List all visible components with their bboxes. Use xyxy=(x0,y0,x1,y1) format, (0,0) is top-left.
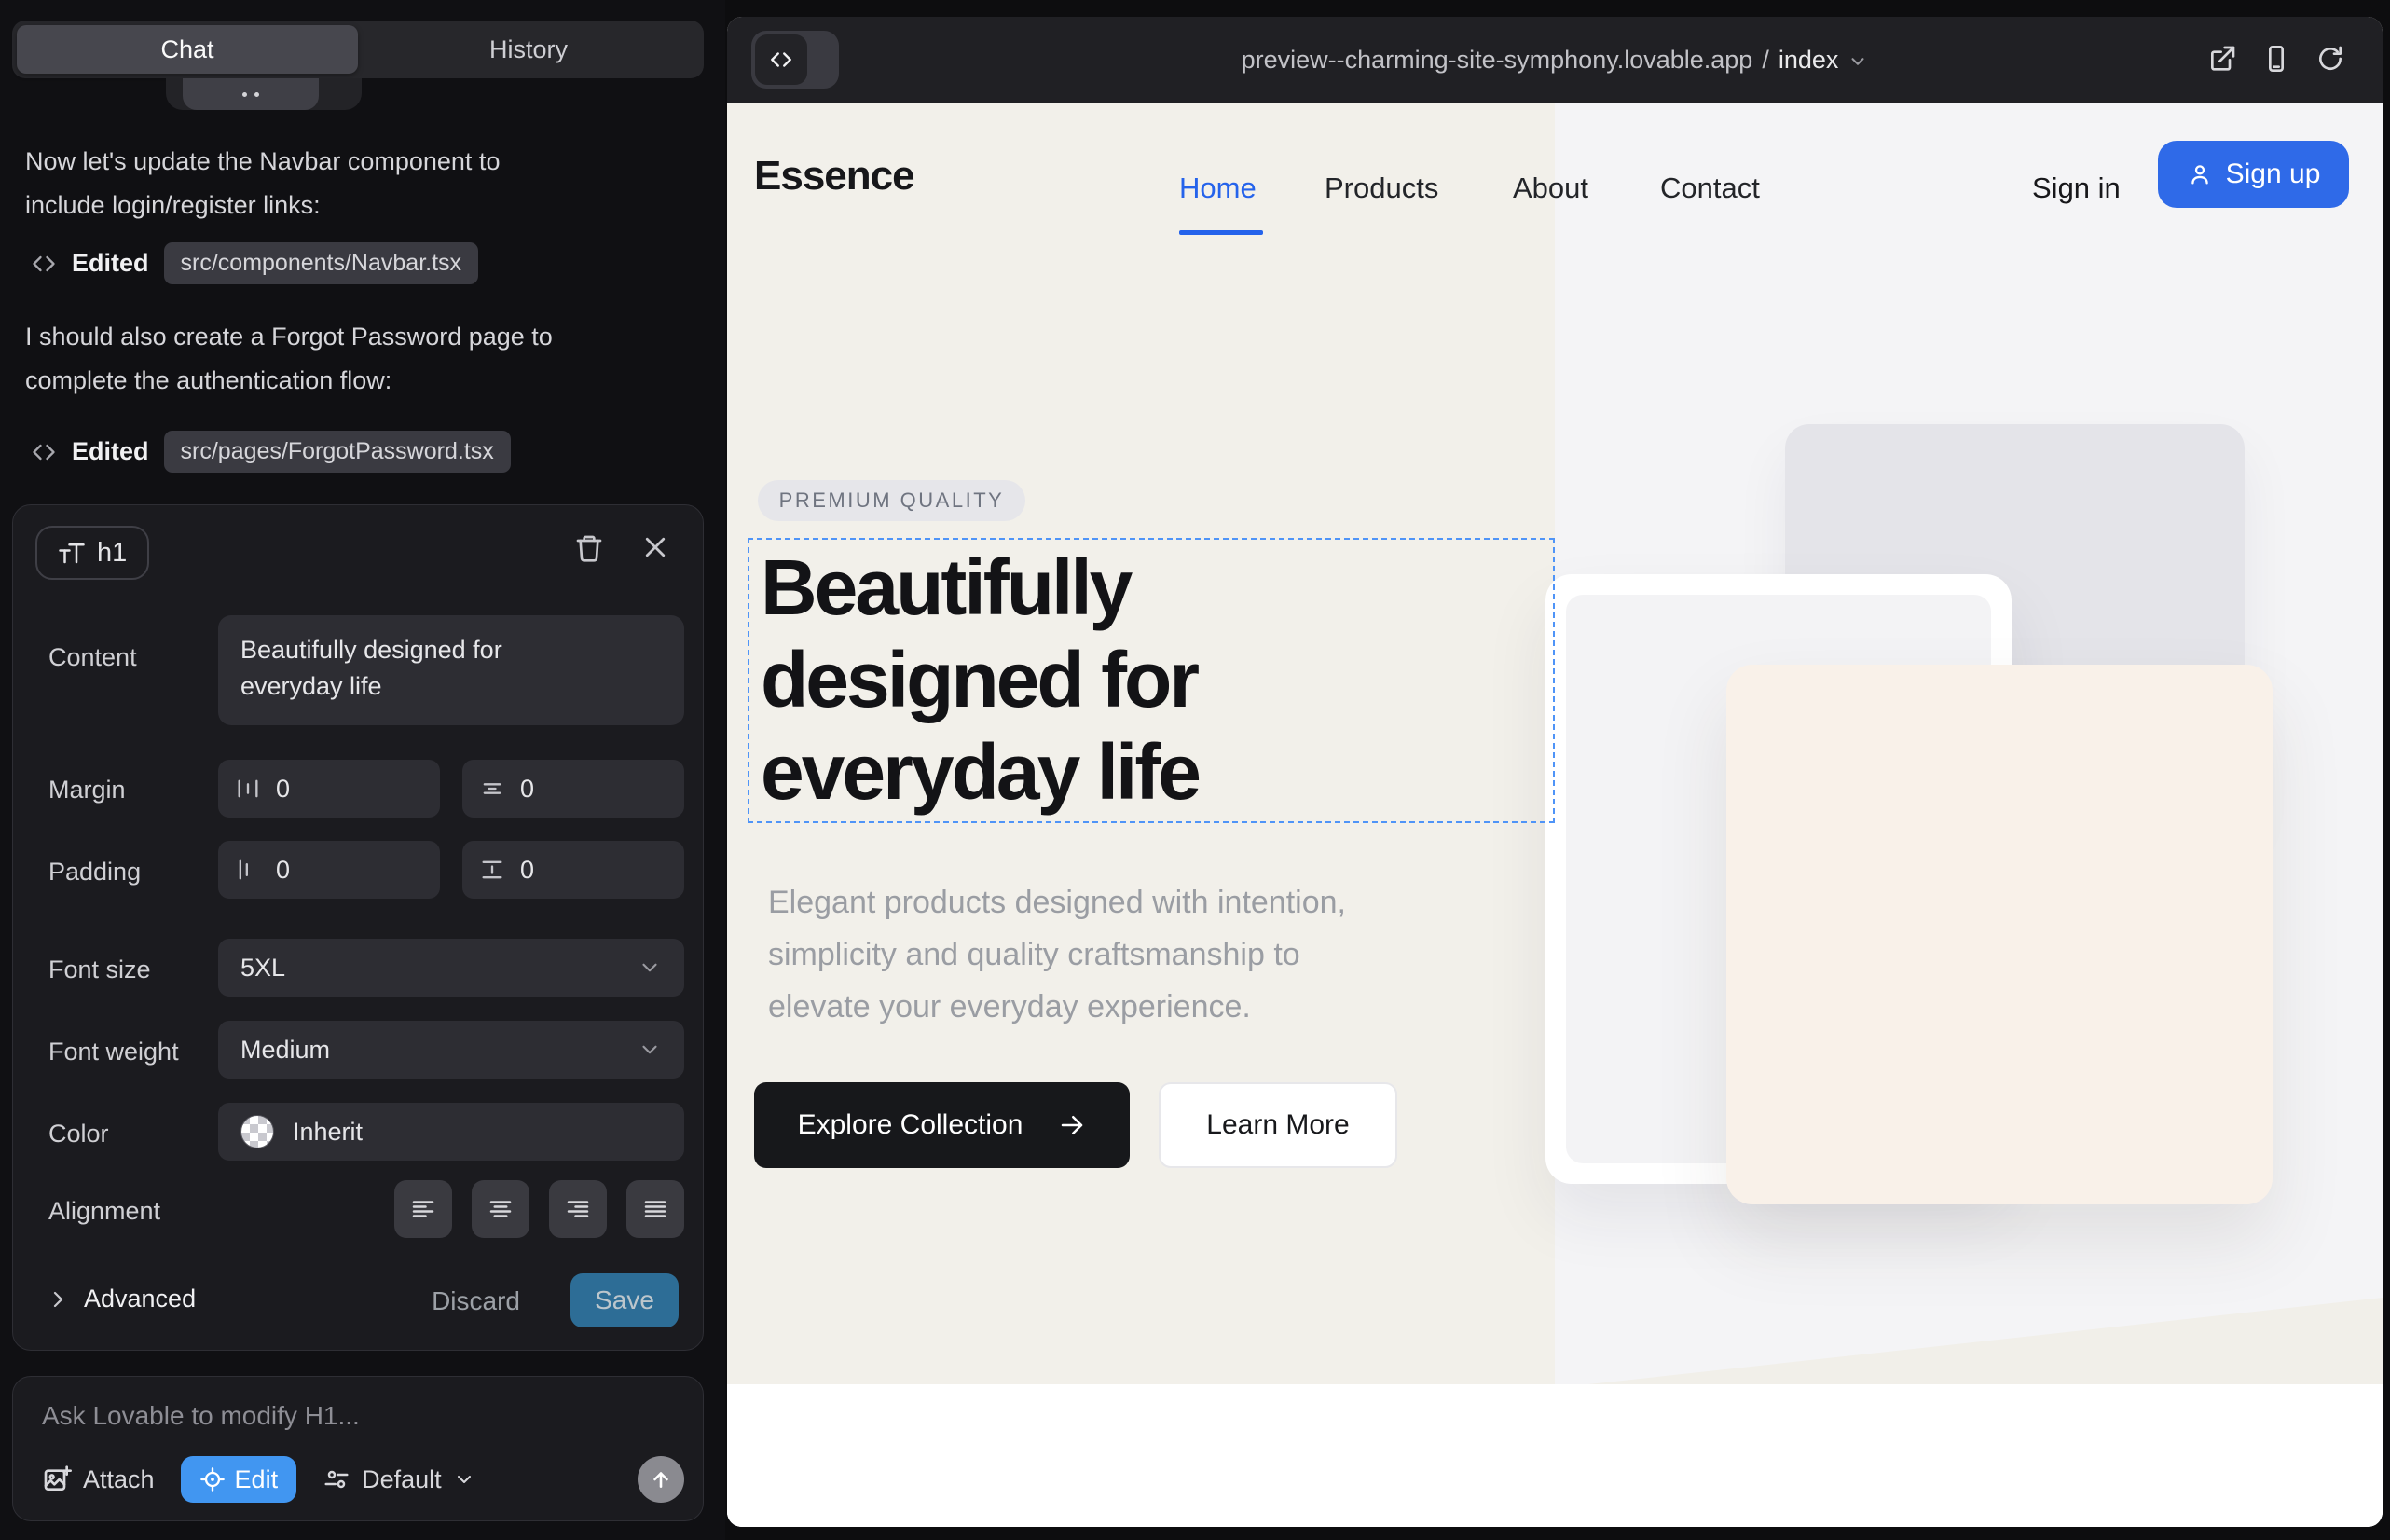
chevron-down-icon xyxy=(638,1038,662,1062)
alignment-buttons xyxy=(218,1180,684,1238)
sliders-icon xyxy=(323,1465,350,1493)
site-logo[interactable]: Essence xyxy=(754,153,914,199)
tab-history[interactable]: History xyxy=(358,25,699,74)
nav-link-products[interactable]: Products xyxy=(1325,172,1438,205)
save-button[interactable]: Save xyxy=(570,1273,679,1327)
font-weight-label: Font weight xyxy=(48,1038,179,1066)
next-section-background xyxy=(727,1384,2383,1527)
selected-element-tag: h1 xyxy=(35,526,149,580)
file-chip[interactable]: src/pages/ForgotPassword.tsx xyxy=(164,431,511,473)
typography-icon xyxy=(58,539,86,567)
composer-toolbar: Attach Edit Default xyxy=(42,1455,684,1504)
scrolled-chip-fragment xyxy=(183,78,319,110)
nav-link-about[interactable]: About xyxy=(1513,172,1588,205)
tab-chat[interactable]: Chat xyxy=(17,25,358,74)
arrow-up-icon xyxy=(649,1467,673,1492)
chevron-right-icon xyxy=(47,1288,69,1311)
chat-message: I should also create a Forgot Password p… xyxy=(25,315,603,403)
code-icon xyxy=(31,439,57,465)
chat-composer: Ask Lovable to modify H1... Attach Edit … xyxy=(12,1376,704,1521)
close-editor-button[interactable] xyxy=(641,533,669,561)
vertical-padding-icon xyxy=(479,857,505,883)
active-nav-underline xyxy=(1179,230,1263,235)
site-canvas: Essence Home Products About Contact Sign… xyxy=(727,103,2383,1527)
font-size-label: Font size xyxy=(48,956,151,984)
padding-label: Padding xyxy=(48,858,141,887)
preview-browser-bar: preview--charming-site-symphony.lovable.… xyxy=(727,17,2383,103)
url-bar[interactable]: preview--charming-site-symphony.lovable.… xyxy=(727,17,2383,103)
hero-heading: Beautifully designed for everyday life xyxy=(761,542,1394,818)
arrow-right-icon xyxy=(1058,1111,1086,1139)
color-label: Color xyxy=(48,1120,109,1148)
hero-paragraph: Elegant products designed with intention… xyxy=(768,876,1346,1033)
nav-link-home[interactable]: Home xyxy=(1179,172,1257,205)
edit-mode-button[interactable]: Edit xyxy=(181,1456,297,1503)
advanced-toggle[interactable]: Advanced xyxy=(47,1285,196,1313)
discard-button[interactable]: Discard xyxy=(432,1286,520,1316)
explore-collection-button[interactable]: Explore Collection xyxy=(754,1082,1130,1168)
margin-label: Margin xyxy=(48,776,126,804)
content-input[interactable]: Beautifully designed for everyday life xyxy=(218,615,684,725)
chevron-down-icon xyxy=(453,1468,475,1491)
edited-label: Edited xyxy=(72,437,149,466)
model-selector[interactable]: Default xyxy=(323,1465,475,1494)
padding-y-input[interactable]: 0 xyxy=(462,841,684,899)
chevron-down-icon xyxy=(1847,51,1868,72)
learn-more-button[interactable]: Learn More xyxy=(1159,1082,1397,1168)
chat-sidebar: Chat History Now let's update the Navbar… xyxy=(0,0,725,1540)
edited-file-row: Edited src/pages/ForgotPassword.tsx xyxy=(31,431,511,473)
margin-y-input[interactable]: 0 xyxy=(462,760,684,818)
sign-in-link[interactable]: Sign in xyxy=(2032,172,2121,205)
align-center-button[interactable] xyxy=(472,1180,529,1238)
vertical-margin-icon xyxy=(479,776,505,802)
open-in-new-tab-button[interactable] xyxy=(2207,44,2237,74)
sidebar-tabbar: Chat History xyxy=(12,21,704,78)
edited-label: Edited xyxy=(72,249,149,278)
target-icon xyxy=(199,1466,226,1492)
hero-badge: PREMIUM QUALITY xyxy=(758,480,1025,521)
alignment-label: Alignment xyxy=(48,1197,160,1226)
horizontal-padding-icon xyxy=(235,857,261,883)
preview-panel: preview--charming-site-symphony.lovable.… xyxy=(727,17,2383,1527)
refresh-button[interactable] xyxy=(2315,44,2345,74)
edited-file-row: Edited src/components/Navbar.tsx xyxy=(31,242,478,284)
chat-message: Now let's update the Navbar component to… xyxy=(25,140,603,227)
margin-x-input[interactable]: 0 xyxy=(218,760,440,818)
nav-link-contact[interactable]: Contact xyxy=(1660,172,1760,205)
align-justify-button[interactable] xyxy=(626,1180,684,1238)
send-button[interactable] xyxy=(638,1456,684,1503)
h1-selection-outline[interactable]: Beautifully designed for everyday life xyxy=(748,538,1555,823)
decorative-card-cream xyxy=(1726,665,2273,1204)
align-left-button[interactable] xyxy=(394,1180,452,1238)
horizontal-margin-icon xyxy=(235,776,261,802)
image-plus-icon xyxy=(42,1464,72,1494)
file-chip[interactable]: src/components/Navbar.tsx xyxy=(164,242,479,284)
delete-element-button[interactable] xyxy=(574,533,604,563)
composer-input[interactable]: Ask Lovable to modify H1... xyxy=(42,1401,360,1431)
element-editor-panel: h1 Content Beautifully designed for ever… xyxy=(12,504,704,1351)
align-right-button[interactable] xyxy=(549,1180,607,1238)
color-swatch xyxy=(240,1115,274,1148)
padding-x-input[interactable]: 0 xyxy=(218,841,440,899)
attach-button[interactable]: Attach xyxy=(42,1464,155,1494)
font-weight-select[interactable]: Medium xyxy=(218,1021,684,1079)
content-label: Content xyxy=(48,643,137,672)
font-size-select[interactable]: 5XL xyxy=(218,939,684,997)
mobile-view-button[interactable] xyxy=(2261,44,2291,74)
sign-up-button[interactable]: Sign up xyxy=(2158,141,2349,208)
chevron-down-icon xyxy=(638,956,662,980)
user-icon xyxy=(2187,161,2213,187)
color-select[interactable]: Inherit xyxy=(218,1103,684,1161)
code-icon xyxy=(31,251,57,277)
